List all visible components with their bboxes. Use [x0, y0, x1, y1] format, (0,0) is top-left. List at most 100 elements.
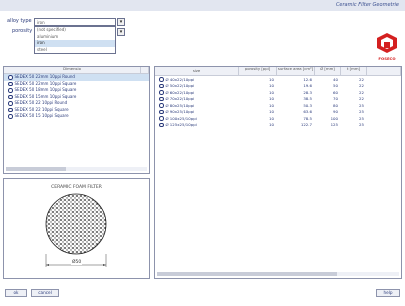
alloy-type-label: alloy type — [7, 18, 32, 24]
table-row[interactable]: Ø 100x25/10ppi 10 78.5 100 25 — [155, 115, 401, 122]
filter-list-item[interactable]: SEDEX 50 15 10ppi Square — [4, 113, 149, 120]
filter-list-scrollbar[interactable] — [6, 167, 147, 171]
thickness-cell: 25 — [359, 109, 364, 115]
radio-icon — [159, 116, 164, 121]
table-row[interactable]: Ø 125x25/10ppi 10 122.7 125 25 — [155, 122, 401, 129]
diameter-cell: 125 — [330, 122, 338, 128]
porosity-cell: 10 — [269, 109, 274, 115]
title-bar: Ceramic Filter Geometrie — [0, 0, 405, 11]
radio-icon — [8, 88, 13, 93]
radio-icon — [8, 75, 13, 80]
surface-area-cell: 12.6 — [303, 76, 312, 82]
porosity-cell: 10 — [269, 102, 274, 108]
column-header-size[interactable]: size — [155, 67, 239, 76]
diameter-cell: 90 — [333, 109, 338, 115]
size-value: Ø 50x22/10ppi — [165, 83, 195, 89]
size-value: Ø 70x22/10ppi — [165, 96, 195, 102]
filter-list-header: Dimensio — [4, 67, 149, 74]
chevron-down-icon: ▾ — [119, 29, 123, 35]
diameter-cell: 60 — [333, 89, 338, 95]
surface-area-cell: 63.6 — [303, 109, 312, 115]
diameter-cell: 80 — [333, 102, 338, 108]
column-header-diameter[interactable]: Ø [mm] — [315, 67, 341, 76]
scrollbar-thumb[interactable] — [157, 272, 337, 276]
size-cell: Ø 80x25/10ppi — [155, 103, 239, 108]
diameter-cell: 50 — [333, 83, 338, 89]
radio-icon — [159, 103, 164, 108]
size-value: Ø 90x25/10ppi — [165, 109, 195, 115]
surface-area-cell: 28.3 — [303, 89, 312, 95]
thickness-cell: 25 — [359, 122, 364, 128]
filter-list-header-label: Dimensio — [4, 67, 142, 74]
filter-list-item-label: SEDEX 50 15 10ppi Square — [14, 113, 69, 118]
thickness-cell: 22 — [359, 96, 364, 102]
size-value: Ø 60x22/10ppi — [165, 89, 195, 95]
thickness-cell: 22 — [359, 89, 364, 95]
porosity-cell: 10 — [269, 89, 274, 95]
thickness-cell: 25 — [359, 102, 364, 108]
radio-icon — [159, 77, 164, 82]
surface-area-cell: 19.6 — [303, 83, 312, 89]
scrollbar-thumb[interactable] — [6, 167, 66, 171]
porosity-cell: 10 — [269, 115, 274, 121]
help-button[interactable]: help — [376, 289, 400, 297]
table-row[interactable]: Ø 50x22/10ppi 10 19.6 50 22 — [155, 83, 401, 90]
window-title: Ceramic Filter Geometrie — [335, 2, 399, 8]
diameter-cell: 100 — [330, 115, 338, 121]
porosity-dropdown-button[interactable]: ▾ — [117, 28, 125, 36]
diameter-cell: 70 — [333, 96, 338, 102]
table-scrollbar[interactable] — [157, 272, 399, 276]
dropdown-option[interactable]: steel — [35, 47, 115, 54]
porosity-cell: 10 — [269, 83, 274, 89]
logo-text: FOSECO — [378, 56, 396, 61]
table-row[interactable]: Ø 60x22/10ppi 10 28.3 60 22 — [155, 89, 401, 96]
table-row[interactable]: Ø 80x25/10ppi 10 50.3 80 25 — [155, 102, 401, 109]
cancel-button[interactable]: cancel — [31, 289, 59, 297]
alloy-type-dropdown-button[interactable]: ▾ — [117, 18, 125, 26]
filter-table-header: size porosity [ppi] surface area [cm²] Ø… — [155, 67, 401, 76]
size-value: Ø 125x25/10ppi — [165, 122, 197, 128]
thickness-cell: 22 — [359, 76, 364, 82]
table-row[interactable]: Ø 40x22/10ppi 10 12.6 40 22 — [155, 76, 401, 83]
foseco-logo-icon — [377, 33, 397, 53]
table-header-filler — [367, 67, 401, 76]
size-cell: Ø 60x22/10ppi — [155, 90, 239, 95]
alloy-type-dropdown-list: (not specified) aluminium iron steel — [34, 26, 116, 54]
ok-button[interactable]: ok — [5, 289, 27, 297]
size-cell: Ø 100x25/10ppi — [155, 116, 239, 121]
thickness-cell: 25 — [359, 115, 364, 121]
table-row[interactable]: Ø 90x25/10ppi 10 63.6 90 25 — [155, 109, 401, 116]
radio-icon — [8, 101, 13, 106]
size-value: Ø 100x25/10ppi — [165, 115, 197, 121]
size-cell: Ø 125x25/10ppi — [155, 122, 239, 127]
filter-preview-panel: CERAMIC FOAM FILTER Ø50 — [3, 178, 150, 279]
surface-area-cell: 122.7 — [300, 122, 312, 128]
radio-icon — [8, 114, 13, 119]
thickness-cell: 22 — [359, 83, 364, 89]
porosity-cell: 10 — [269, 76, 274, 82]
table-row[interactable]: Ø 70x22/10ppi 10 38.5 70 22 — [155, 96, 401, 103]
surface-area-cell: 78.5 — [303, 115, 312, 121]
filter-table-panel: size porosity [ppi] surface area [cm²] Ø… — [154, 66, 402, 279]
porosity-cell: 10 — [269, 122, 274, 128]
radio-icon — [159, 83, 164, 88]
column-header-thickness[interactable]: t [mm] — [341, 67, 367, 76]
radio-icon — [159, 122, 164, 127]
radio-icon — [8, 107, 13, 112]
size-value: Ø 40x22/10ppi — [165, 76, 195, 82]
preview-caption: CERAMIC FOAM FILTER — [51, 185, 102, 190]
radio-icon — [8, 94, 13, 99]
size-cell: Ø 70x22/10ppi — [155, 96, 239, 101]
column-header-porosity[interactable]: porosity [ppi] — [239, 67, 277, 76]
filter-list-scroll-corner — [141, 67, 149, 74]
surface-area-cell: 38.5 — [303, 96, 312, 102]
column-header-surface-area[interactable]: surface area [cm²] — [277, 67, 315, 76]
size-cell: Ø 50x22/10ppi — [155, 83, 239, 88]
size-cell: Ø 90x25/10ppi — [155, 109, 239, 114]
diameter-cell: 40 — [333, 76, 338, 82]
radio-icon — [8, 81, 13, 86]
radio-icon — [159, 90, 164, 95]
porosity-label: porosity — [12, 28, 33, 34]
alloy-type-select[interactable]: iron — [34, 18, 116, 26]
preview-dimension-label: Ø50 — [71, 260, 83, 265]
